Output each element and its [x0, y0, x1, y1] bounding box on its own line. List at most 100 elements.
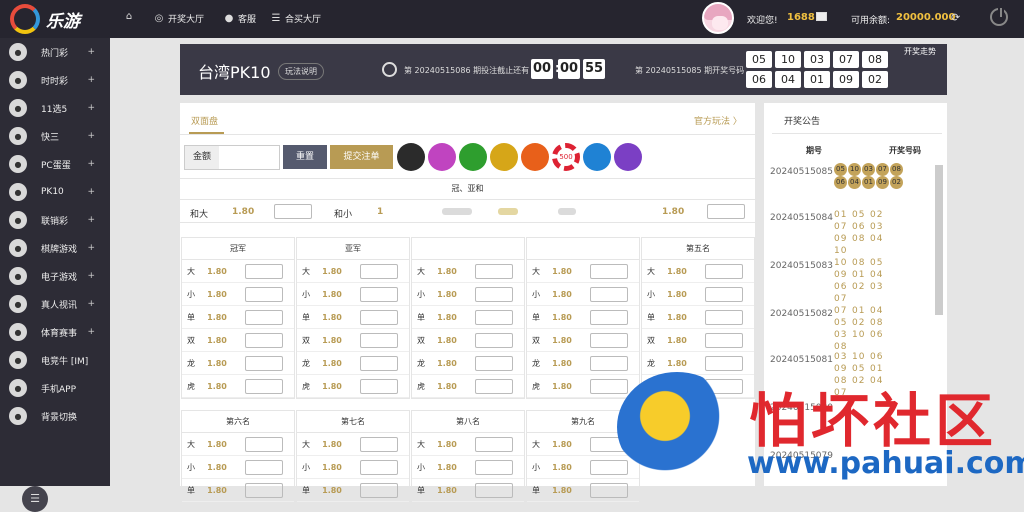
bet-key: 小: [187, 462, 195, 472]
chip[interactable]: [583, 143, 611, 171]
tab-double-side[interactable]: 双面盘: [191, 114, 218, 127]
avatar[interactable]: [702, 2, 734, 34]
bet-odds: 1.80: [437, 462, 457, 472]
bet-amount-input[interactable]: [245, 309, 283, 325]
bet-amount-input[interactable]: [475, 309, 513, 325]
sidebar-item[interactable]: ● 时时彩 +: [0, 66, 110, 94]
nav-group-buy[interactable]: ☰ 合买大厅: [271, 12, 322, 25]
bet-amount-input[interactable]: [475, 378, 513, 394]
bet-amount-input[interactable]: [705, 332, 743, 348]
bet-amount-input[interactable]: [245, 263, 283, 279]
bet-amount-input[interactable]: [705, 355, 743, 371]
bet-odds: 1.80: [322, 312, 342, 322]
sum-input[interactable]: [274, 204, 312, 219]
sidebar-item[interactable]: ● 热门彩 +: [0, 38, 110, 66]
bet-amount-input[interactable]: [590, 332, 628, 348]
home-icon: ⌂: [125, 11, 133, 22]
bet-amount-input[interactable]: [360, 286, 398, 302]
bet-key: 小: [187, 289, 195, 299]
bet-amount-input[interactable]: [245, 355, 283, 371]
bet-amount-input[interactable]: [360, 459, 398, 475]
chip[interactable]: [521, 143, 549, 171]
sidebar-item[interactable]: ● 体育赛事 +: [0, 318, 110, 346]
bet-amount-input[interactable]: [360, 378, 398, 394]
bet-amount-input[interactable]: [360, 309, 398, 325]
bet-odds: 1.80: [667, 358, 687, 368]
draw-number: 02: [852, 282, 866, 292]
bet-amount-input[interactable]: [360, 263, 398, 279]
sidebar-item[interactable]: ● 棋牌游戏 +: [0, 234, 110, 262]
bet-row: 大 1.80: [297, 260, 409, 283]
bet-amount-input[interactable]: [245, 436, 283, 452]
bet-amount-input[interactable]: [360, 436, 398, 452]
power-icon[interactable]: [990, 6, 1008, 26]
bet-amount-input[interactable]: [360, 332, 398, 348]
submit-button[interactable]: 提交注单: [330, 145, 393, 169]
sidebar-item[interactable]: ● 电子游戏 +: [0, 262, 110, 290]
bet-amount-input[interactable]: [245, 482, 283, 498]
bet-amount-input[interactable]: [705, 263, 743, 279]
sidebar-item[interactable]: ● 手机APP: [0, 374, 110, 402]
amount-input[interactable]: [219, 146, 279, 169]
collapse-sidebar-button[interactable]: ☰: [22, 486, 48, 512]
chip[interactable]: [614, 143, 642, 171]
sum-input[interactable]: [707, 204, 745, 219]
bet-row: 大 1.80: [182, 260, 294, 283]
sidebar-item[interactable]: ● PC蛋蛋 +: [0, 150, 110, 178]
sidebar-item[interactable]: ● PK10 +: [0, 178, 110, 206]
sidebar-item[interactable]: ● 快三 +: [0, 122, 110, 150]
bet-amount-input[interactable]: [245, 286, 283, 302]
bet-odds: 1.80: [207, 485, 227, 495]
rules-button[interactable]: 玩法说明: [278, 63, 324, 80]
panel-scrollbar[interactable]: [935, 165, 943, 315]
bet-key: 龙: [302, 358, 310, 368]
draw-number: 02: [862, 71, 888, 88]
nav-home[interactable]: ⌂: [124, 12, 138, 22]
refresh-icon[interactable]: ⟳: [951, 11, 960, 24]
bet-amount-input[interactable]: [475, 459, 513, 475]
bet-amount-input[interactable]: [245, 378, 283, 394]
chat-icon: ●: [224, 12, 234, 24]
bet-amount-input[interactable]: [475, 482, 513, 498]
bet-amount-input[interactable]: [590, 286, 628, 302]
bet-row: 虎 1.80: [297, 375, 409, 398]
nav-lottery-hall[interactable]: ◎ 开奖大厅: [154, 12, 204, 25]
sidebar-item[interactable]: ● 联销彩 +: [0, 206, 110, 234]
sidebar-item[interactable]: ● 电竞牛 [IM]: [0, 346, 110, 374]
bet-row: 小 1.80: [527, 283, 639, 306]
sidebar-item[interactable]: ● 真人视讯 +: [0, 290, 110, 318]
mail-icon[interactable]: [816, 12, 827, 21]
bet-amount-input[interactable]: [475, 286, 513, 302]
bet-amount-input[interactable]: [475, 436, 513, 452]
bet-amount-input[interactable]: [245, 459, 283, 475]
last-issue-text: 第 20240515085 期开奖号码: [635, 66, 745, 75]
bet-odds: 1.80: [437, 358, 457, 368]
bet-amount-input[interactable]: [705, 286, 743, 302]
bet-amount-input[interactable]: [590, 309, 628, 325]
bet-amount-input[interactable]: [360, 355, 398, 371]
site-logo[interactable]: 乐游: [10, 4, 110, 34]
official-play-link[interactable]: 官方玩法 〉: [694, 114, 742, 127]
sidebar-item[interactable]: ● 11选5 +: [0, 94, 110, 122]
chip[interactable]: 500: [552, 143, 580, 171]
bet-amount-input[interactable]: [705, 309, 743, 325]
expand-icon: +: [87, 47, 95, 57]
bet-amount-input[interactable]: [590, 355, 628, 371]
chip[interactable]: [397, 143, 425, 171]
chip[interactable]: [459, 143, 487, 171]
trend-link[interactable]: 开奖走势: [904, 46, 936, 57]
bet-amount-input[interactable]: [590, 263, 628, 279]
sidebar-item[interactable]: ● 背景切换: [0, 402, 110, 430]
slot-icon: ●: [9, 267, 27, 285]
bet-amount-input[interactable]: [475, 332, 513, 348]
chip[interactable]: [428, 143, 456, 171]
bet-amount-input[interactable]: [475, 263, 513, 279]
bet-amount-input[interactable]: [245, 332, 283, 348]
chip[interactable]: [490, 143, 518, 171]
reset-button[interactable]: 重置: [283, 145, 327, 169]
bet-amount-input[interactable]: [360, 482, 398, 498]
nav-service[interactable]: ● 客服: [224, 12, 256, 25]
bet-amount-input[interactable]: [475, 355, 513, 371]
block-title: 第八名: [412, 411, 524, 433]
bet-row: 单 1.80: [297, 306, 409, 329]
